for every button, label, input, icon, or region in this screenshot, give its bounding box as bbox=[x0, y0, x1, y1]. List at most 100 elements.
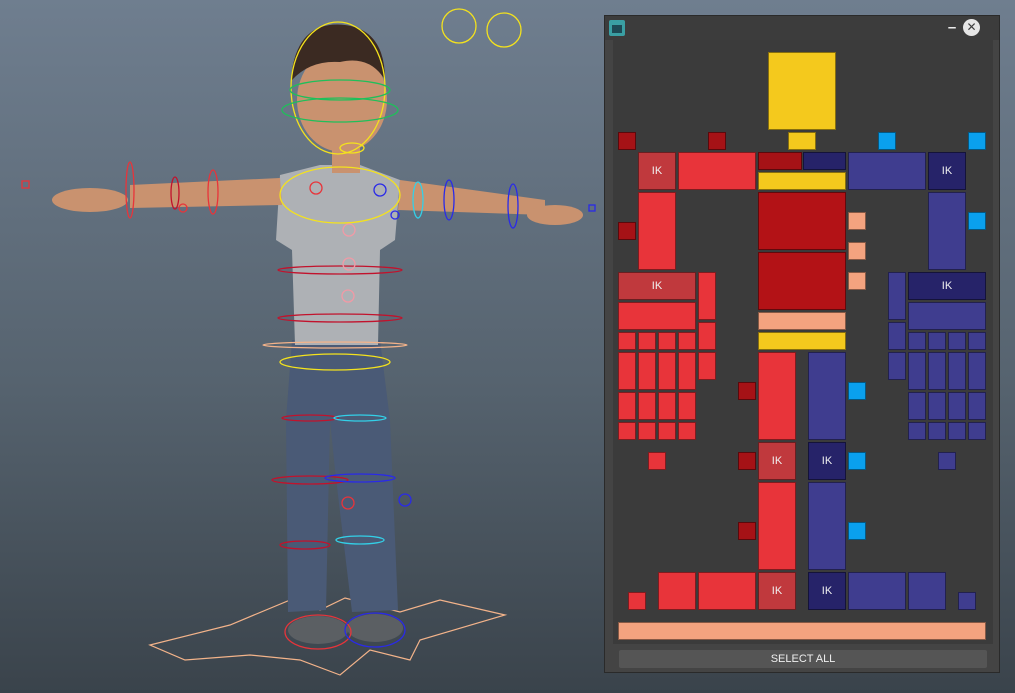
left-arm-ik-ctrl[interactable] bbox=[21, 180, 30, 189]
left-clavicle-button[interactable] bbox=[758, 152, 802, 170]
left-finger-c3[interactable] bbox=[658, 392, 676, 420]
left-finger-c2[interactable] bbox=[658, 352, 676, 390]
character-picker-window: – ✕ IK IK IK IK IK IK IK IK SELECT ALL bbox=[604, 15, 1000, 673]
hip-control[interactable] bbox=[758, 332, 846, 350]
left-toe-control[interactable] bbox=[658, 572, 696, 610]
left-pole-button[interactable] bbox=[618, 222, 636, 240]
left-forearm-control[interactable] bbox=[638, 192, 676, 270]
left-finger-b3[interactable] bbox=[638, 392, 656, 420]
right-shoulder-fk-toggle[interactable] bbox=[878, 132, 896, 150]
left-finger-c1[interactable] bbox=[658, 332, 676, 350]
right-foot-control[interactable] bbox=[848, 572, 906, 610]
left-leg-switch[interactable] bbox=[648, 452, 666, 470]
right-finger-d2[interactable] bbox=[968, 352, 986, 390]
right-finger-d4[interactable] bbox=[968, 422, 986, 440]
right-finger-b1[interactable] bbox=[928, 332, 946, 350]
right-finger-a3[interactable] bbox=[908, 392, 926, 420]
left-hand-ik-button[interactable]: IK bbox=[618, 272, 696, 300]
spine-fk-1-button[interactable] bbox=[848, 212, 866, 230]
chest-control[interactable] bbox=[758, 172, 846, 190]
left-leg-ik-button[interactable]: IK bbox=[758, 442, 796, 480]
left-arm-ik-button[interactable]: IK bbox=[638, 152, 676, 190]
left-hand-fk-toggle[interactable] bbox=[618, 132, 636, 150]
minimize-button[interactable]: – bbox=[942, 18, 962, 38]
left-hip-fk-toggle[interactable] bbox=[738, 382, 756, 400]
right-thumb-1[interactable] bbox=[888, 272, 906, 320]
right-finger-a1[interactable] bbox=[908, 332, 926, 350]
left-palm-control[interactable] bbox=[618, 302, 696, 330]
eye-target-right[interactable] bbox=[486, 12, 522, 48]
right-finger-b2[interactable] bbox=[928, 352, 946, 390]
left-finger-b1[interactable] bbox=[638, 332, 656, 350]
right-clavicle-button[interactable] bbox=[803, 152, 846, 170]
right-toe-tip-button[interactable] bbox=[958, 592, 976, 610]
right-upper-arm-control[interactable] bbox=[848, 152, 926, 190]
spine-lower-control[interactable] bbox=[758, 252, 846, 310]
right-knee-pole[interactable] bbox=[398, 493, 412, 507]
left-thumb-3[interactable] bbox=[698, 352, 716, 380]
root-control[interactable] bbox=[618, 622, 986, 640]
left-finger-d1[interactable] bbox=[678, 332, 696, 350]
left-upper-arm-control[interactable] bbox=[678, 152, 756, 190]
right-pole-knee-button[interactable] bbox=[848, 522, 866, 540]
left-thumb-1[interactable] bbox=[698, 272, 716, 320]
right-finger-a4[interactable] bbox=[908, 422, 926, 440]
spine-upper-control[interactable] bbox=[758, 192, 846, 250]
close-button[interactable]: ✕ bbox=[963, 19, 980, 36]
right-arm-ik-ctrl[interactable] bbox=[588, 204, 596, 212]
left-foot-ik-button[interactable]: IK bbox=[758, 572, 796, 610]
neck-control[interactable] bbox=[788, 132, 816, 150]
left-thigh-control[interactable] bbox=[758, 352, 796, 440]
right-hand-fk-toggle[interactable] bbox=[968, 132, 986, 150]
left-finger-a3[interactable] bbox=[618, 392, 636, 420]
left-toe-tip-button[interactable] bbox=[628, 592, 646, 610]
right-finger-c3[interactable] bbox=[948, 392, 966, 420]
right-thumb-2[interactable] bbox=[888, 322, 906, 350]
select-all-button[interactable]: SELECT ALL bbox=[619, 650, 987, 668]
left-shoulder-fk-toggle[interactable] bbox=[708, 132, 726, 150]
spine-fk-3-button[interactable] bbox=[848, 272, 866, 290]
right-foot-ik-button[interactable]: IK bbox=[808, 572, 846, 610]
right-finger-d1[interactable] bbox=[968, 332, 986, 350]
right-finger-b4[interactable] bbox=[928, 422, 946, 440]
right-finger-a2[interactable] bbox=[908, 352, 926, 390]
right-finger-c4[interactable] bbox=[948, 422, 966, 440]
left-foot-control[interactable] bbox=[698, 572, 756, 610]
left-finger-a1[interactable] bbox=[618, 332, 636, 350]
spine-fk-2-button[interactable] bbox=[848, 242, 866, 260]
left-finger-d2[interactable] bbox=[678, 352, 696, 390]
left-finger-d4[interactable] bbox=[678, 422, 696, 440]
right-toe-control[interactable] bbox=[908, 572, 946, 610]
right-finger-b3[interactable] bbox=[928, 392, 946, 420]
right-finger-c1[interactable] bbox=[948, 332, 966, 350]
right-hip-fk-toggle[interactable] bbox=[848, 382, 866, 400]
left-pole-knee-button[interactable] bbox=[738, 522, 756, 540]
right-pole-button[interactable] bbox=[968, 212, 986, 230]
left-shin-control[interactable] bbox=[758, 482, 796, 570]
right-forearm-control[interactable] bbox=[928, 192, 966, 270]
left-finger-b4[interactable] bbox=[638, 422, 656, 440]
right-thigh-control[interactable] bbox=[808, 352, 846, 440]
left-thumb-2[interactable] bbox=[698, 322, 716, 350]
left-finger-a2[interactable] bbox=[618, 352, 636, 390]
right-knee-fk-toggle[interactable] bbox=[848, 452, 866, 470]
left-finger-c4[interactable] bbox=[658, 422, 676, 440]
cog-control[interactable] bbox=[758, 312, 846, 330]
left-finger-b2[interactable] bbox=[638, 352, 656, 390]
right-arm-ik-button[interactable]: IK bbox=[928, 152, 966, 190]
left-finger-a4[interactable] bbox=[618, 422, 636, 440]
right-finger-c2[interactable] bbox=[948, 352, 966, 390]
right-leg-ik-button[interactable]: IK bbox=[808, 442, 846, 480]
right-palm-control[interactable] bbox=[908, 302, 986, 330]
left-finger-d3[interactable] bbox=[678, 392, 696, 420]
picker-titlebar[interactable]: – ✕ bbox=[605, 16, 999, 40]
head-control[interactable] bbox=[768, 52, 836, 130]
eye-target-left[interactable] bbox=[441, 8, 477, 44]
right-finger-d3[interactable] bbox=[968, 392, 986, 420]
right-hand-ik-button[interactable]: IK bbox=[908, 272, 986, 300]
right-leg-switch[interactable] bbox=[938, 452, 956, 470]
right-shin-control[interactable] bbox=[808, 482, 846, 570]
left-knee-fk-toggle[interactable] bbox=[738, 452, 756, 470]
right-thumb-3[interactable] bbox=[888, 352, 906, 380]
app-icon bbox=[609, 20, 625, 36]
